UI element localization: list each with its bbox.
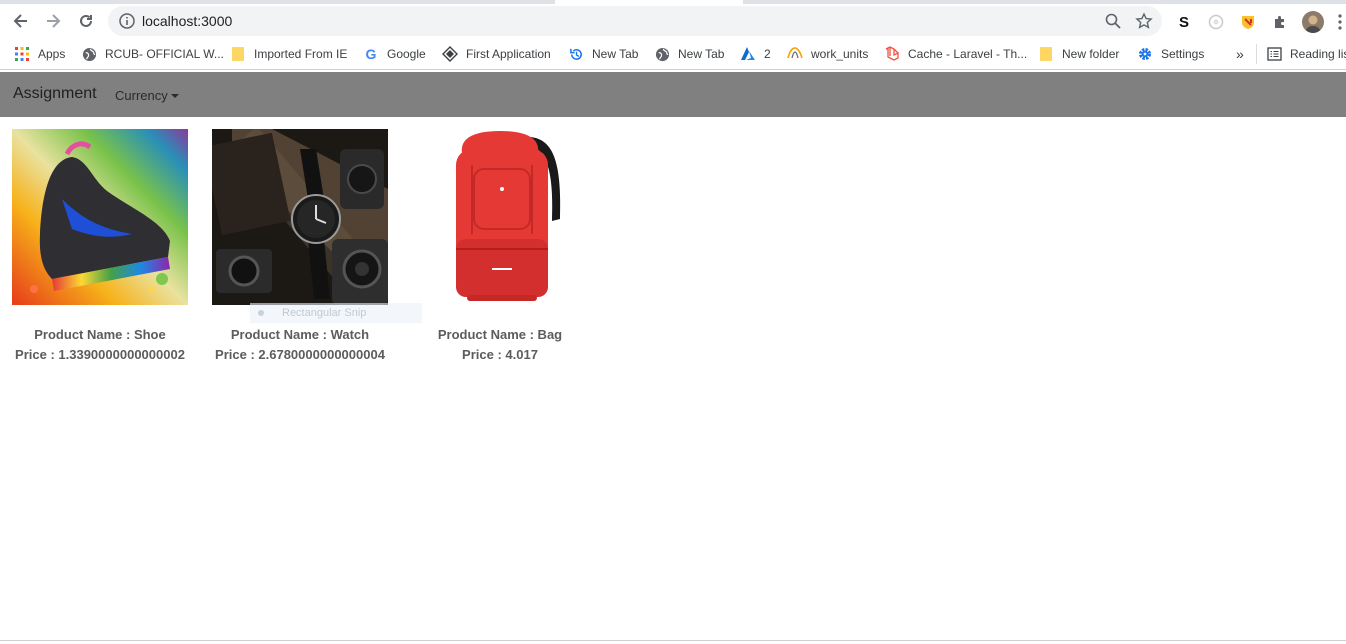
bookmark-settings[interactable]: Settings	[1137, 44, 1204, 64]
product-card-bag: Product Name : Bag Price : 4.017	[400, 129, 600, 362]
currency-label: Currency	[115, 88, 168, 103]
product-name: Product Name : Bag	[437, 327, 563, 342]
snip-label: Rectangular Snip	[282, 307, 367, 319]
s-extension-icon[interactable]: S	[1174, 12, 1194, 32]
bookmark-new-tab-2[interactable]: New Tab	[654, 44, 724, 64]
bag-image	[412, 129, 588, 305]
laravel-icon	[884, 46, 900, 62]
window-bottom-border	[0, 640, 1346, 641]
product-price: Price : 1.3390000000000002	[15, 347, 185, 362]
arrow-left-icon	[13, 14, 27, 28]
reload-button[interactable]	[73, 8, 99, 34]
address-bar[interactable]: localhost:3000	[108, 6, 1162, 36]
bookmark-label: New folder	[1062, 47, 1120, 61]
bookmark-label: First Application	[466, 47, 551, 61]
back-button[interactable]	[8, 8, 34, 34]
rectangular-snip-overlay: Rectangular Snip	[250, 303, 422, 323]
bookmark-label: Cache - Laravel - Th...	[908, 47, 1028, 61]
product-name: Product Name : Watch	[230, 327, 370, 342]
info-icon[interactable]	[118, 12, 136, 30]
diamond-icon	[442, 46, 458, 62]
product-card-shoe: Product Name : Shoe Price : 1.3390000000…	[0, 129, 200, 362]
snip-dot-icon	[258, 310, 264, 316]
reading-list-button[interactable]: Reading list	[1266, 44, 1346, 64]
bookmark-label: Settings	[1161, 47, 1205, 61]
folder-icon	[1038, 46, 1054, 62]
circle-extension-icon[interactable]	[1206, 12, 1226, 32]
bookmark-rcub[interactable]: RCUB- OFFICIAL W...	[81, 44, 224, 64]
bookmark-azure[interactable]: 2	[740, 44, 771, 64]
reading-list-icon	[1266, 46, 1282, 62]
bookmark-new-folder[interactable]: New folder	[1038, 44, 1119, 64]
watch-image	[212, 129, 388, 305]
bookmark-star-icon[interactable]	[1135, 12, 1153, 30]
caret-down-icon	[170, 93, 179, 98]
product-price: Price : 4.017	[462, 347, 538, 362]
bookmark-apps[interactable]: Apps	[14, 44, 65, 64]
bookmark-label: Apps	[38, 47, 66, 61]
bookmark-label: New Tab	[592, 47, 639, 61]
puzzle-icon[interactable]	[1270, 12, 1290, 32]
bookmarks-separator	[1256, 44, 1257, 64]
brand-link[interactable]: Assignment	[13, 85, 97, 103]
history-icon	[568, 46, 584, 62]
reload-icon	[80, 14, 92, 27]
arrow-right-icon	[47, 14, 61, 28]
bookmark-label: work_units	[811, 47, 869, 61]
bookmark-label: RCUB- OFFICIAL W...	[105, 47, 224, 61]
bookmark-imported-from-ie[interactable]: Imported From IE	[230, 44, 347, 64]
zoom-icon[interactable]	[1104, 12, 1122, 30]
azure-icon	[740, 46, 756, 62]
bookmark-google[interactable]: G Google	[363, 44, 426, 64]
app-navbar: Assignment Currency	[0, 72, 1346, 117]
shoe-image	[12, 129, 188, 305]
bookmark-label: 2	[764, 47, 771, 61]
globe-icon	[654, 46, 670, 62]
reading-list-label: Reading list	[1290, 47, 1346, 61]
forward-button[interactable]	[40, 8, 66, 34]
gear-icon	[1137, 46, 1153, 62]
google-icon: G	[365, 46, 377, 62]
apps-grid-icon	[14, 46, 30, 62]
pma-icon	[787, 46, 803, 62]
bookmark-cache-laravel[interactable]: Cache - Laravel - Th...	[884, 44, 1027, 64]
menu-kebab-icon[interactable]	[1334, 12, 1346, 32]
currency-dropdown[interactable]: Currency	[115, 88, 179, 103]
folder-icon	[230, 46, 246, 62]
globe-icon	[81, 46, 97, 62]
bookmark-new-tab-1[interactable]: New Tab	[568, 44, 638, 64]
bookmark-label: Imported From IE	[254, 47, 348, 61]
bookmark-label: Google	[387, 47, 426, 61]
shield-extension-icon[interactable]	[1238, 12, 1258, 32]
product-name: Product Name : Shoe	[34, 327, 166, 342]
bookmarks-bar: Apps RCUB- OFFICIAL W... Imported From I…	[0, 38, 1346, 70]
url-text[interactable]: localhost:3000	[142, 13, 232, 29]
product-price: Price : 2.6780000000000004	[215, 347, 385, 362]
avatar[interactable]	[1302, 11, 1324, 33]
browser-toolbar: localhost:3000 S	[0, 4, 1346, 38]
bookmark-work-units[interactable]: work_units	[787, 44, 868, 64]
bookmark-label: New Tab	[678, 47, 725, 61]
bookmarks-overflow-button[interactable]: »	[1236, 44, 1244, 64]
product-card-watch: Product Name : Watch Price : 2.678000000…	[200, 129, 400, 362]
bookmark-first-application[interactable]: First Application	[442, 44, 551, 64]
